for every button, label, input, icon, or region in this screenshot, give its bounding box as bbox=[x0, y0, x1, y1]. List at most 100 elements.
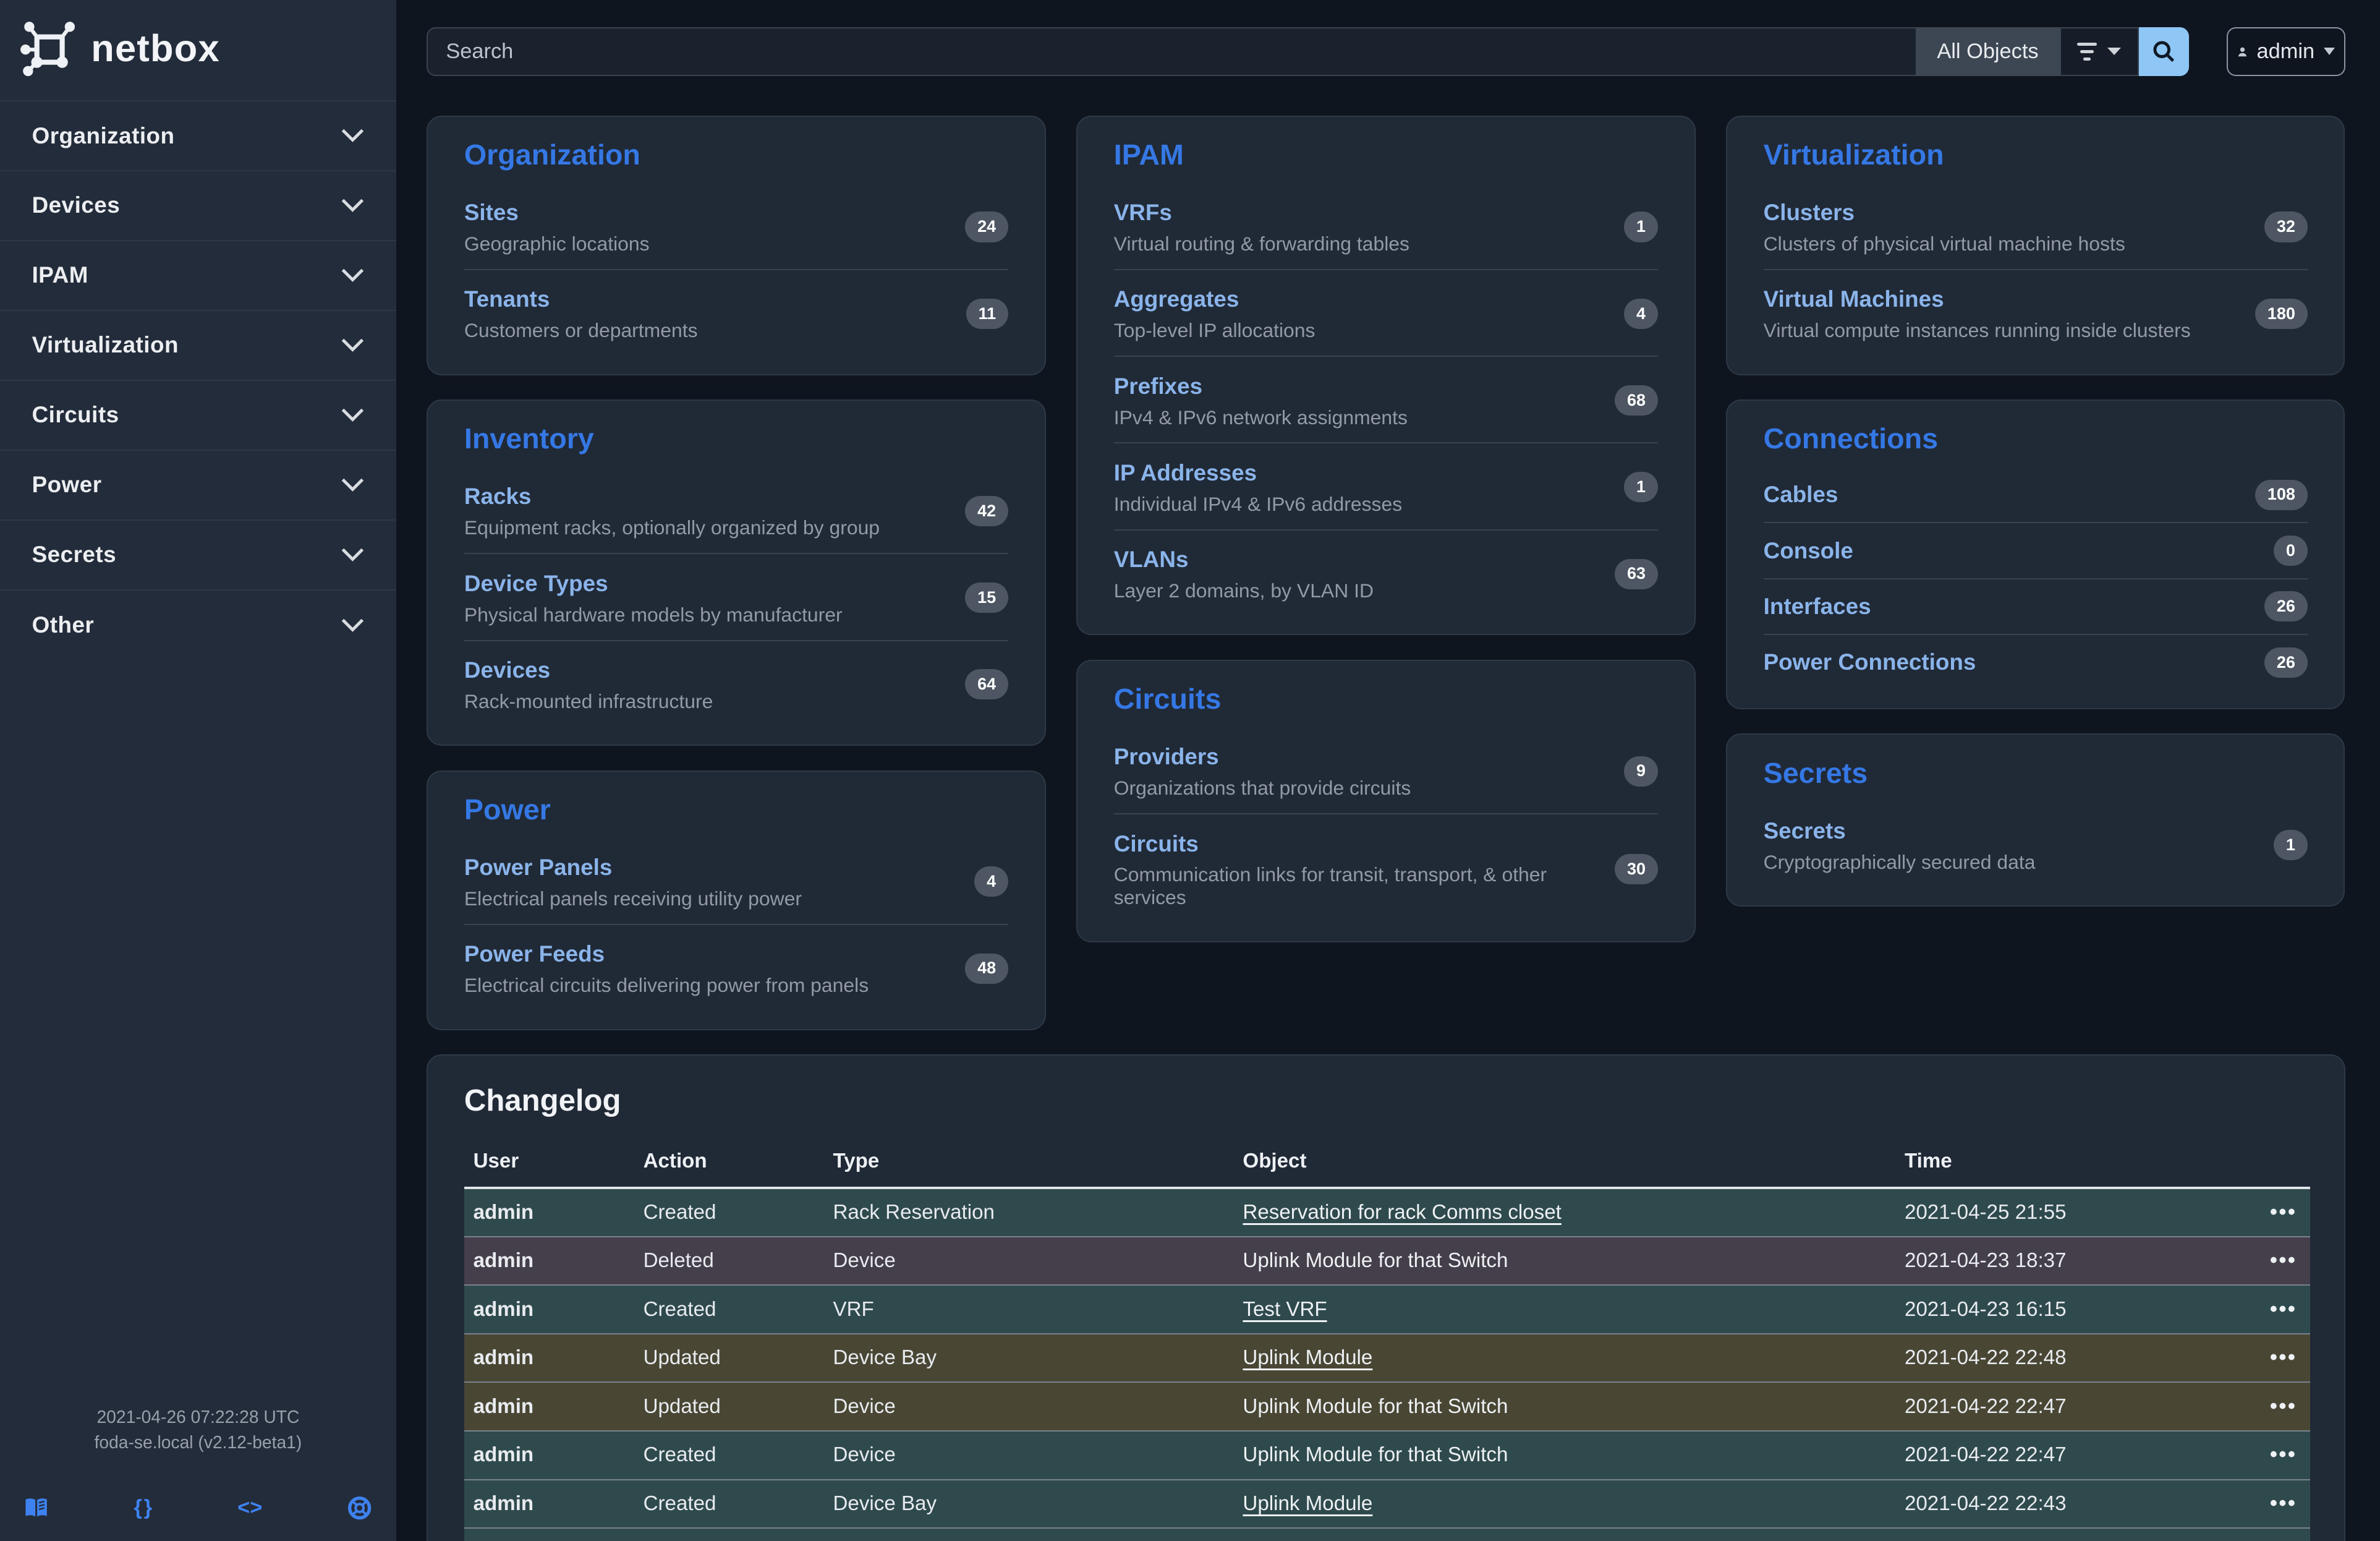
brand-name: netbox bbox=[91, 27, 220, 70]
sidebar-item-organization[interactable]: Organization bbox=[0, 101, 396, 171]
search-input[interactable] bbox=[427, 27, 1916, 76]
count-badge: 11 bbox=[966, 299, 1008, 329]
search-scope-button[interactable]: All Objects bbox=[1916, 27, 2060, 76]
chevron-down-icon bbox=[341, 478, 364, 492]
count-badge: 9 bbox=[1624, 756, 1657, 787]
secrets-link[interactable]: Secrets bbox=[1764, 818, 1846, 844]
vlans-link[interactable]: VLANs bbox=[1114, 547, 1189, 573]
row-menu-icon[interactable]: ••• bbox=[2270, 1249, 2297, 1272]
sidebar-item-ipam[interactable]: IPAM bbox=[0, 241, 396, 311]
sites-link[interactable]: Sites bbox=[464, 200, 519, 226]
brand[interactable]: netbox bbox=[0, 0, 396, 79]
item-description: Layer 2 domains, by VLAN ID bbox=[1114, 579, 1374, 602]
sidebar-item-devices[interactable]: Devices bbox=[0, 171, 396, 241]
vrfs-link[interactable]: VRFs bbox=[1114, 200, 1172, 226]
item-description: Organizations that provide circuits bbox=[1114, 777, 1411, 800]
source-code-icon[interactable]: <> bbox=[237, 1496, 262, 1520]
row-object: Uplink Module for that Switch bbox=[1234, 1431, 1896, 1480]
sidebar-item-label: Devices bbox=[32, 192, 121, 218]
sidebar-item-circuits[interactable]: Circuits bbox=[0, 381, 396, 451]
sidebar-item-other[interactable]: Other bbox=[0, 591, 396, 660]
row-user: admin bbox=[464, 1382, 634, 1431]
row-time: 2021-04-22 22:43 bbox=[1895, 1480, 2256, 1529]
row-menu-icon[interactable]: ••• bbox=[2270, 1346, 2297, 1369]
user-menu-button[interactable]: admin bbox=[2227, 27, 2345, 76]
prefixes-link[interactable]: Prefixes bbox=[1114, 374, 1202, 399]
table-header-row: User Action Type Object Time bbox=[464, 1150, 2310, 1188]
item-description: Electrical panels receiving utility powe… bbox=[464, 887, 802, 910]
table-row: admin Created Rack Reservation Reservati… bbox=[464, 1188, 2310, 1237]
sidebar-item-power[interactable]: Power bbox=[0, 451, 396, 521]
row-type: VRF bbox=[824, 1285, 1234, 1334]
row-time: 2021-04-22 22:42 bbox=[1895, 1528, 2256, 1541]
sidebar-item-label: Other bbox=[32, 612, 95, 638]
count-badge: 30 bbox=[1615, 854, 1657, 884]
count-badge: 32 bbox=[2264, 211, 2307, 242]
count-badge: 64 bbox=[965, 669, 1008, 699]
list-item: Device Types Physical hardware models by… bbox=[464, 554, 1008, 641]
item-description: Top-level IP allocations bbox=[1114, 319, 1315, 342]
list-item: IP Addresses Individual IPv4 & IPv6 addr… bbox=[1114, 443, 1658, 530]
object-link[interactable]: Uplink Module bbox=[1243, 1492, 1372, 1515]
topbar: All Objects admin bbox=[427, 27, 2345, 76]
sidebar-item-label: Virtualization bbox=[32, 332, 179, 358]
search-icon bbox=[2153, 40, 2175, 63]
count-badge: 68 bbox=[1615, 385, 1657, 416]
count-badge: 1 bbox=[1624, 211, 1657, 242]
row-object: Uplink Module for that Switch bbox=[1234, 1382, 1896, 1431]
row-user: admin bbox=[464, 1431, 634, 1480]
rest-api-braces-icon[interactable]: { } bbox=[134, 1496, 153, 1520]
help-lifebuoy-icon[interactable] bbox=[347, 1496, 372, 1520]
row-menu-icon[interactable]: ••• bbox=[2270, 1492, 2297, 1515]
item-description: Rack-mounted infrastructure bbox=[464, 690, 713, 713]
power-connections-link[interactable]: Power Connections bbox=[1764, 649, 1976, 675]
list-item: Secrets Cryptographically secured data 1 bbox=[1764, 801, 2308, 887]
card-title: Connections bbox=[1764, 422, 2308, 455]
object-link[interactable]: Test VRF bbox=[1243, 1298, 1327, 1321]
row-menu-icon[interactable]: ••• bbox=[2270, 1200, 2297, 1224]
cables-link[interactable]: Cables bbox=[1764, 482, 1838, 508]
tenants-link[interactable]: Tenants bbox=[464, 286, 550, 312]
ip-addresses-link[interactable]: IP Addresses bbox=[1114, 460, 1257, 486]
power-feeds-link[interactable]: Power Feeds bbox=[464, 941, 605, 967]
search-submit-button[interactable] bbox=[2139, 27, 2189, 76]
count-badge: 180 bbox=[2255, 299, 2307, 329]
row-menu-icon[interactable]: ••• bbox=[2270, 1297, 2297, 1321]
console-link[interactable]: Console bbox=[1764, 538, 1853, 564]
row-time: 2021-04-22 22:48 bbox=[1895, 1334, 2256, 1383]
row-action: Created bbox=[634, 1285, 824, 1334]
count-badge: 63 bbox=[1615, 559, 1657, 589]
item-description: Virtual compute instances running inside… bbox=[1764, 319, 2191, 342]
main-content: All Objects admin Organization bbox=[396, 0, 2380, 1541]
sidebar-footer: 2021-04-26 07:22:28 UTC foda-se.local (v… bbox=[0, 1404, 396, 1520]
count-badge: 26 bbox=[2264, 591, 2307, 621]
circuits-link[interactable]: Circuits bbox=[1114, 831, 1199, 857]
list-item: Virtual Machines Virtual compute instanc… bbox=[1764, 270, 2308, 356]
virtual-machines-link[interactable]: Virtual Machines bbox=[1764, 286, 1944, 312]
sidebar-item-virtualization[interactable]: Virtualization bbox=[0, 311, 396, 381]
object-link[interactable]: Uplink Module bbox=[1243, 1346, 1372, 1369]
object-link[interactable]: Reservation for rack Comms closet bbox=[1243, 1201, 1561, 1224]
ipam-card: IPAM VRFs Virtual routing & forwarding t… bbox=[1076, 116, 1696, 636]
devices-link[interactable]: Devices bbox=[464, 657, 550, 683]
power-panels-link[interactable]: Power Panels bbox=[464, 855, 613, 881]
docs-book-icon[interactable] bbox=[24, 1496, 48, 1520]
list-item: Tenants Customers or departments 11 bbox=[464, 270, 1008, 356]
search-filter-button[interactable] bbox=[2060, 27, 2139, 76]
sidebar-item-label: Secrets bbox=[32, 542, 117, 568]
racks-link[interactable]: Racks bbox=[464, 484, 532, 510]
clusters-link[interactable]: Clusters bbox=[1764, 200, 1855, 226]
device-types-link[interactable]: Device Types bbox=[464, 571, 608, 597]
sidebar-item-secrets[interactable]: Secrets bbox=[0, 521, 396, 591]
list-item: Providers Organizations that provide cir… bbox=[1114, 728, 1658, 814]
count-badge: 48 bbox=[965, 954, 1008, 984]
row-menu-icon[interactable]: ••• bbox=[2270, 1394, 2297, 1418]
user-name: admin bbox=[2257, 40, 2315, 64]
row-action: Updated bbox=[634, 1334, 824, 1383]
interfaces-link[interactable]: Interfaces bbox=[1764, 594, 1871, 620]
list-item: Power Feeds Electrical circuits deliveri… bbox=[464, 925, 1008, 1010]
count-badge: 4 bbox=[974, 866, 1008, 897]
providers-link[interactable]: Providers bbox=[1114, 744, 1219, 770]
aggregates-link[interactable]: Aggregates bbox=[1114, 286, 1239, 312]
row-menu-icon[interactable]: ••• bbox=[2270, 1443, 2297, 1466]
